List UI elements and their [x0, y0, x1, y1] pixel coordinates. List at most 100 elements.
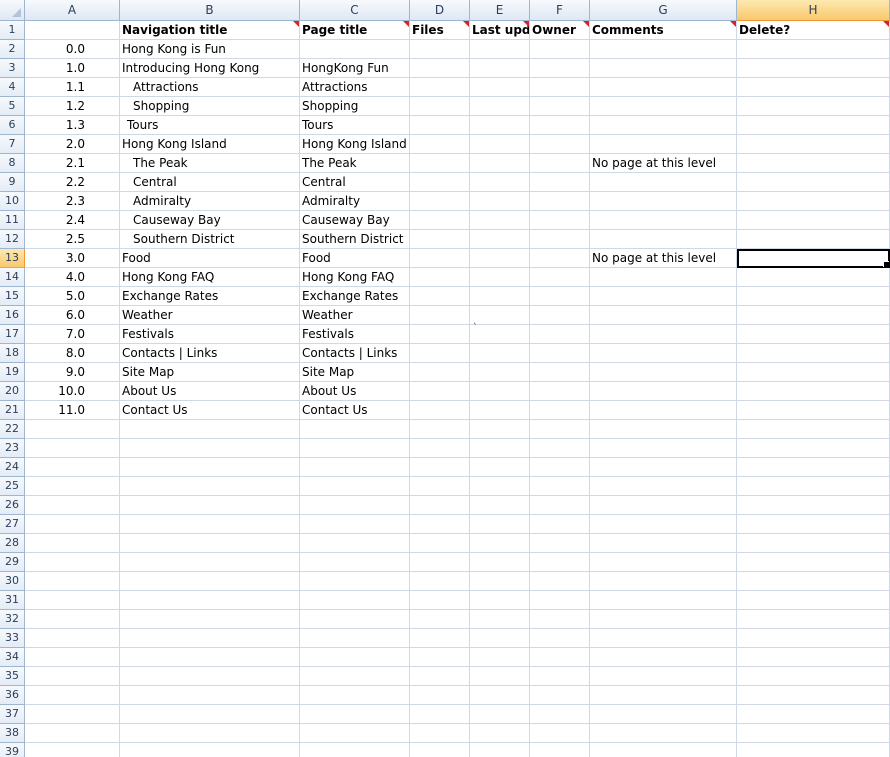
comment-indicator-icon[interactable]: [523, 21, 529, 27]
row-header-34[interactable]: 34: [0, 648, 25, 667]
cell-b14[interactable]: Hong Kong FAQ: [120, 268, 300, 287]
cell-h7[interactable]: [737, 135, 890, 154]
cell-f7[interactable]: [530, 135, 590, 154]
cell-d23[interactable]: [410, 439, 470, 458]
column-header-h[interactable]: H: [737, 0, 890, 21]
row-header-6[interactable]: 6: [0, 116, 25, 135]
cell-e16[interactable]: [470, 306, 530, 325]
cell-c34[interactable]: [300, 648, 410, 667]
column-header-d[interactable]: D: [410, 0, 470, 21]
cell-a8[interactable]: 2.1: [25, 154, 120, 173]
fill-handle[interactable]: [883, 261, 889, 267]
row-header-31[interactable]: 31: [0, 591, 25, 610]
cell-h29[interactable]: [737, 553, 890, 572]
cell-h2[interactable]: [737, 40, 890, 59]
row-header-27[interactable]: 27: [0, 515, 25, 534]
cell-g28[interactable]: [590, 534, 737, 553]
cell-c39[interactable]: [300, 743, 410, 757]
cell-e34[interactable]: [470, 648, 530, 667]
cell-h35[interactable]: [737, 667, 890, 686]
cell-e35[interactable]: [470, 667, 530, 686]
cell-f18[interactable]: [530, 344, 590, 363]
row-header-7[interactable]: 7: [0, 135, 25, 154]
row-header-35[interactable]: 35: [0, 667, 25, 686]
cell-h28[interactable]: [737, 534, 890, 553]
cell-b17[interactable]: Festivals: [120, 325, 300, 344]
column-header-a[interactable]: A: [25, 0, 120, 21]
cell-c9[interactable]: Central: [300, 173, 410, 192]
cell-e30[interactable]: [470, 572, 530, 591]
cell-b15[interactable]: Exchange Rates: [120, 287, 300, 306]
cell-c32[interactable]: [300, 610, 410, 629]
cell-h26[interactable]: [737, 496, 890, 515]
cell-c4[interactable]: Attractions: [300, 78, 410, 97]
cell-a22[interactable]: [25, 420, 120, 439]
cell-h3[interactable]: [737, 59, 890, 78]
cell-c17[interactable]: Festivals: [300, 325, 410, 344]
cell-e33[interactable]: [470, 629, 530, 648]
row-header-28[interactable]: 28: [0, 534, 25, 553]
cell-a32[interactable]: [25, 610, 120, 629]
cell-a6[interactable]: 1.3: [25, 116, 120, 135]
column-header-g[interactable]: G: [590, 0, 737, 21]
cell-h4[interactable]: [737, 78, 890, 97]
row-header-22[interactable]: 22: [0, 420, 25, 439]
cell-h38[interactable]: [737, 724, 890, 743]
cell-g14[interactable]: [590, 268, 737, 287]
row-header-16[interactable]: 16: [0, 306, 25, 325]
cell-a34[interactable]: [25, 648, 120, 667]
cell-c31[interactable]: [300, 591, 410, 610]
cell-g31[interactable]: [590, 591, 737, 610]
cell-e5[interactable]: [470, 97, 530, 116]
cell-b35[interactable]: [120, 667, 300, 686]
cell-f12[interactable]: [530, 230, 590, 249]
row-header-37[interactable]: 37: [0, 705, 25, 724]
cell-a19[interactable]: 9.0: [25, 363, 120, 382]
cell-e3[interactable]: [470, 59, 530, 78]
cell-f31[interactable]: [530, 591, 590, 610]
comment-indicator-icon[interactable]: [403, 21, 409, 27]
row-header-19[interactable]: 19: [0, 363, 25, 382]
cell-c36[interactable]: [300, 686, 410, 705]
cell-b4[interactable]: Attractions: [120, 78, 300, 97]
cell-f9[interactable]: [530, 173, 590, 192]
cell-g19[interactable]: [590, 363, 737, 382]
cell-d18[interactable]: [410, 344, 470, 363]
cell-b38[interactable]: [120, 724, 300, 743]
cell-b11[interactable]: Causeway Bay: [120, 211, 300, 230]
cell-c2[interactable]: [300, 40, 410, 59]
cell-a29[interactable]: [25, 553, 120, 572]
cell-a5[interactable]: 1.2: [25, 97, 120, 116]
cell-b36[interactable]: [120, 686, 300, 705]
cell-a11[interactable]: 2.4: [25, 211, 120, 230]
cell-a33[interactable]: [25, 629, 120, 648]
cell-d6[interactable]: [410, 116, 470, 135]
cell-c23[interactable]: [300, 439, 410, 458]
cell-g11[interactable]: [590, 211, 737, 230]
row-header-33[interactable]: 33: [0, 629, 25, 648]
cell-h19[interactable]: [737, 363, 890, 382]
cell-e12[interactable]: [470, 230, 530, 249]
cell-f26[interactable]: [530, 496, 590, 515]
cell-f30[interactable]: [530, 572, 590, 591]
cell-c19[interactable]: Site Map: [300, 363, 410, 382]
row-header-15[interactable]: 15: [0, 287, 25, 306]
cell-c33[interactable]: [300, 629, 410, 648]
cell-a13[interactable]: 3.0: [25, 249, 120, 268]
cell-h6[interactable]: [737, 116, 890, 135]
cell-h11[interactable]: [737, 211, 890, 230]
cell-f29[interactable]: [530, 553, 590, 572]
cell-b23[interactable]: [120, 439, 300, 458]
cell-e26[interactable]: [470, 496, 530, 515]
cell-d14[interactable]: [410, 268, 470, 287]
cell-d36[interactable]: [410, 686, 470, 705]
cell-f34[interactable]: [530, 648, 590, 667]
row-header-25[interactable]: 25: [0, 477, 25, 496]
cell-g29[interactable]: [590, 553, 737, 572]
cell-b21[interactable]: Contact Us: [120, 401, 300, 420]
cell-h12[interactable]: [737, 230, 890, 249]
cell-d30[interactable]: [410, 572, 470, 591]
cell-d15[interactable]: [410, 287, 470, 306]
cell-a31[interactable]: [25, 591, 120, 610]
comment-indicator-icon[interactable]: [293, 21, 299, 27]
